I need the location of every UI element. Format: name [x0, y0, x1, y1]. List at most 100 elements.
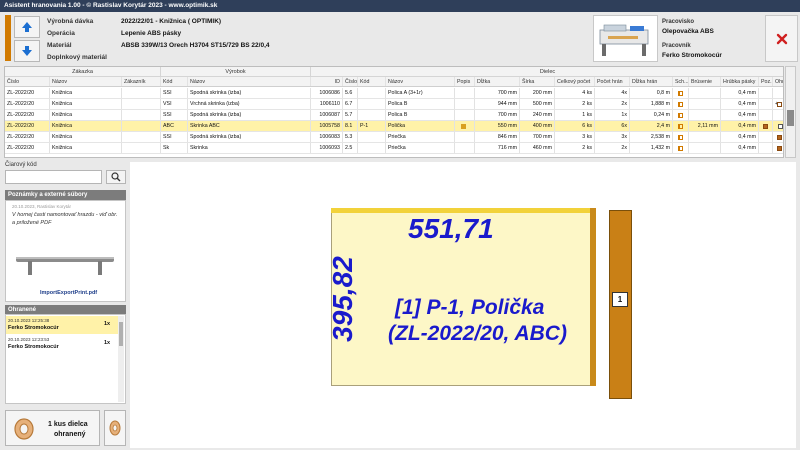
col-order-number[interactable]: Číslo [5, 77, 50, 86]
col-product-code[interactable]: Kód [161, 77, 188, 86]
group-part: Dielec [311, 67, 783, 77]
table-row[interactable]: ZL-2022/20 Knižnica ABC Skrinka ABC 1005758 8… [5, 121, 783, 132]
operation-value: Lepenie ABS pásky [121, 30, 182, 37]
cell-edge-count: 1x [595, 110, 630, 120]
col-sanding[interactable]: Brúsenie [689, 77, 721, 86]
cell-product-name: Spodná skrinka (izba) [188, 110, 311, 120]
col-scheme[interactable]: Sch... [673, 77, 689, 86]
cell-product-code: SSI [161, 132, 188, 142]
barcode-search-button[interactable] [106, 170, 126, 184]
edged-checkbox[interactable] [778, 124, 783, 129]
position-icon [777, 135, 782, 140]
cell-id: 1006093 [311, 143, 343, 153]
cell-edge-count: 2x [595, 99, 630, 109]
attached-file-link[interactable]: ImportExportPrint.pdf [40, 290, 97, 296]
table-scroll-thumb[interactable] [787, 110, 794, 126]
entry-time: 20.10.2023 12:25:38 [8, 318, 50, 323]
table-header: Číslo Názov Zákazník Kód Názov ID Číslo … [5, 77, 783, 87]
col-length[interactable]: Dĺžka [475, 77, 520, 86]
cell-width: 400 mm [520, 121, 555, 131]
cell-part-number: 5.6 [343, 88, 358, 98]
col-edge-count[interactable]: Počet hrán [595, 77, 630, 86]
edge-scheme-icon [678, 146, 683, 151]
confirm-label-line1: 1 kus dielca [48, 421, 88, 428]
close-button[interactable] [765, 15, 798, 62]
table-row[interactable]: ZL-2022/20 Knižnica SSI Spodná skrinka (izb… [5, 110, 783, 121]
previous-button[interactable] [14, 16, 40, 38]
handle-image[interactable] [12, 235, 120, 287]
cell-tape-thickness: 0,4 mm [721, 88, 759, 98]
arrow-down-icon [22, 46, 32, 56]
barcode-input[interactable] [5, 170, 102, 184]
cell-part-code: P-1 [358, 121, 386, 131]
cell-width: 240 mm [520, 110, 555, 120]
col-customer[interactable]: Zákazník [122, 77, 161, 86]
cell-order-name: Knižnica [50, 110, 122, 120]
cell-product-name: Skrinka [188, 143, 311, 153]
col-edge-length[interactable]: Dĺžka hrán [630, 77, 673, 86]
col-product-name[interactable]: Názov [188, 77, 311, 86]
col-description[interactable]: Popis [455, 77, 475, 86]
cell-order-name: Knižnica [50, 99, 122, 109]
cell-sanding [689, 110, 721, 120]
col-width[interactable]: Šírka [520, 77, 555, 86]
cell-customer [122, 143, 161, 153]
list-item[interactable]: 20.10.2023 12:25:38 Ferko Stromokocúr 1x [6, 316, 118, 334]
cell-width: 200 mm [520, 88, 555, 98]
cell-width: 700 mm [520, 132, 555, 142]
table-row[interactable]: ZL-2022/20 Knižnica SSI Spodná skrinka (izb… [5, 88, 783, 99]
note-meta: 20.10.2023, Rastislav Korytár [12, 204, 72, 209]
confirm-label-line2: ohranený [54, 431, 86, 438]
table-row[interactable]: ZL-2022/20 Knižnica Sk Skrinka 1006093 2.5 Pri… [5, 143, 783, 154]
col-position[interactable]: Poz... [759, 77, 773, 86]
entry-count: 1x [104, 340, 111, 346]
cell-product-code: Sk [161, 143, 188, 153]
col-part-code[interactable]: Kód [358, 77, 386, 86]
note-icon[interactable] [461, 124, 466, 129]
cell-tape-thickness: 0,4 mm [721, 110, 759, 120]
cell-length: 716 mm [475, 143, 520, 153]
part-order-label: (ZL-2022/20, ABC) [388, 322, 567, 345]
status-strip [5, 15, 11, 61]
table-row[interactable]: ZL-2022/20 Knižnica SSI Spodná skrinka (izb… [5, 132, 783, 143]
cell-part-name: Polica B [386, 110, 455, 120]
cell-order-name: Knižnica [50, 143, 122, 153]
col-id[interactable]: ID [311, 77, 343, 86]
cell-total-count: 1 ks [555, 110, 595, 120]
cell-tape-thickness: 0,4 mm [721, 143, 759, 153]
cell-width: 500 mm [520, 99, 555, 109]
cell-total-count: 2 ks [555, 143, 595, 153]
col-edged[interactable]: Ohr... [773, 77, 783, 86]
col-order-name[interactable]: Názov [50, 77, 122, 86]
col-part-name[interactable]: Názov [386, 77, 455, 86]
cell-order-number: ZL-2022/20 [5, 132, 50, 142]
cell-part-name: Priečka [386, 132, 455, 142]
confirm-edged-button[interactable]: 1 kus dielca ohranený [5, 410, 100, 446]
worker-value: Ferko Stromokocúr [662, 52, 722, 59]
cell-position [759, 99, 773, 109]
cell-part-code [358, 110, 386, 120]
col-part-number[interactable]: Číslo [343, 77, 358, 86]
cell-sanding [689, 132, 721, 142]
cell-total-count: 4 ks [555, 88, 595, 98]
col-total-count[interactable]: Celkový počet [555, 77, 595, 86]
cell-id: 1006110 [311, 99, 343, 109]
workstation-label: Pracovisko [662, 19, 695, 25]
table-row[interactable]: ZL-2022/20 Knižnica VSI Vrchná skrinka (izb… [5, 99, 783, 110]
edge-roll-button[interactable] [104, 410, 126, 446]
workstation-value: Olepovačka ABS [662, 28, 714, 35]
cell-sanding [689, 143, 721, 153]
next-button[interactable] [14, 40, 40, 62]
cell-length: 700 mm [475, 88, 520, 98]
made-scroll-thumb[interactable] [119, 322, 123, 346]
part-label: [1] P-1, Polička [395, 296, 545, 319]
col-tape-thickness[interactable]: Hrúbka pásky [721, 77, 759, 86]
material-label: Materiál [47, 42, 72, 49]
position-icon [777, 102, 782, 107]
cell-sanding [689, 99, 721, 109]
cell-length: 846 mm [475, 132, 520, 142]
cell-sanding: 2,11 mm [689, 121, 721, 131]
list-item[interactable]: 20.10.2023 12:23:53 Ferko Stromokocúr 1x [6, 335, 118, 353]
cell-id: 1006083 [311, 132, 343, 142]
cell-tape-thickness: 0,4 mm [721, 99, 759, 109]
